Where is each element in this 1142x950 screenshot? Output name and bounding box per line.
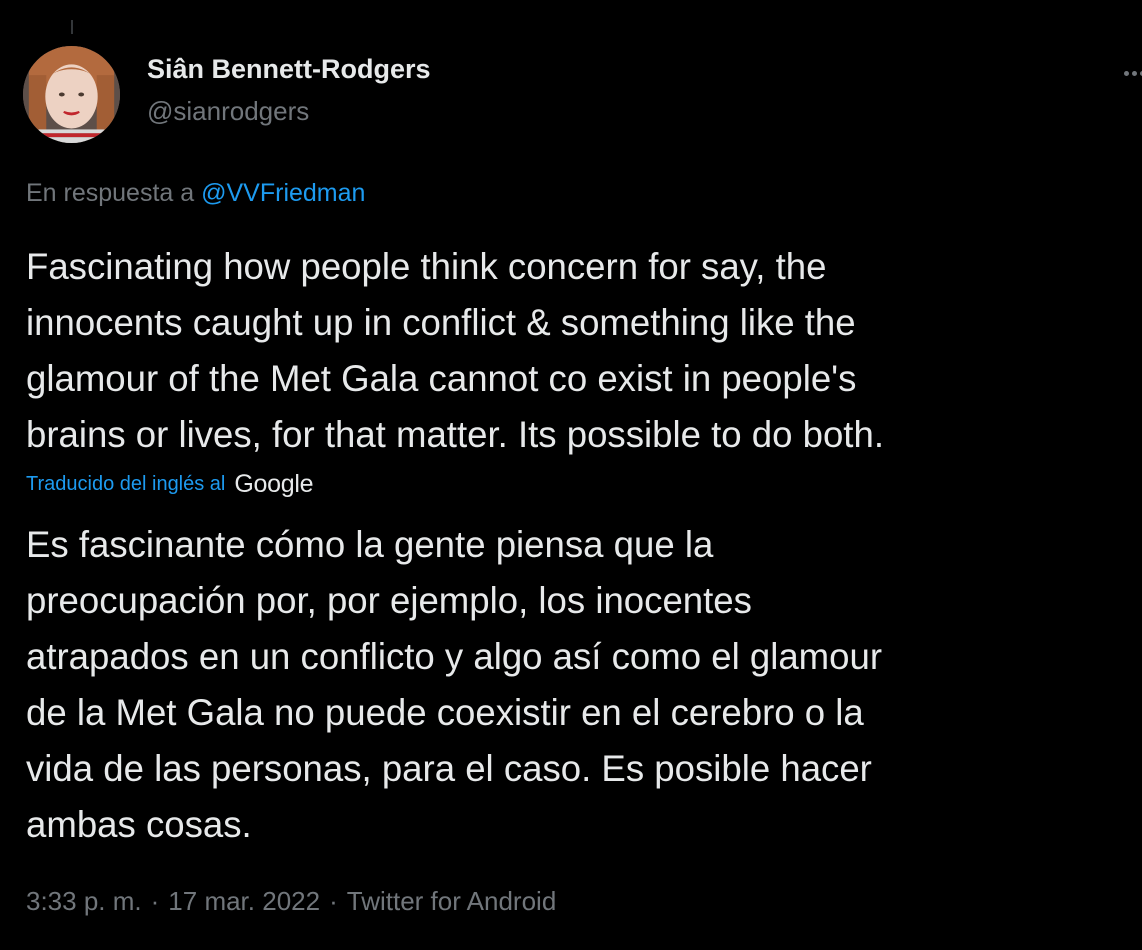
tweet-time[interactable]: 3:33 p. m. [26, 886, 142, 916]
reply-context: En respuesta a @VVFriedman [26, 179, 365, 208]
meta-separator: · [329, 886, 338, 916]
translation-attribution[interactable]: Traducido del inglés al Google [26, 470, 314, 499]
reply-prefix: En respuesta a [26, 179, 195, 207]
author-handle[interactable]: @sianrodgers [147, 96, 309, 127]
meta-separator: · [150, 886, 160, 916]
avatar[interactable] [23, 46, 120, 143]
tweet-date[interactable]: 17 mar. 2022 [168, 886, 320, 916]
tweet-metadata: 3:33 p. m. · 17 mar. 2022 · Twitter for Andr… [26, 886, 556, 917]
more-icon[interactable] [1124, 66, 1142, 80]
translation-label: Traducido del inglés al [26, 473, 226, 495]
tweet-source[interactable]: Twitter for Android [347, 886, 557, 916]
reply-to-handle-link[interactable]: @VVFriedman [201, 179, 365, 207]
more-icon-dot [1124, 71, 1129, 76]
thread-connector-line [71, 20, 73, 34]
more-icon-dot [1132, 71, 1137, 76]
avatar-image [23, 46, 120, 143]
translated-text: Es fascinante cómo la gente piensa que l… [26, 524, 883, 845]
google-logo: Google [234, 470, 314, 498]
author-name[interactable]: Siân Bennett-Rodgers [147, 54, 431, 85]
tweet-text: Fascinating how people think concern for… [26, 246, 884, 455]
